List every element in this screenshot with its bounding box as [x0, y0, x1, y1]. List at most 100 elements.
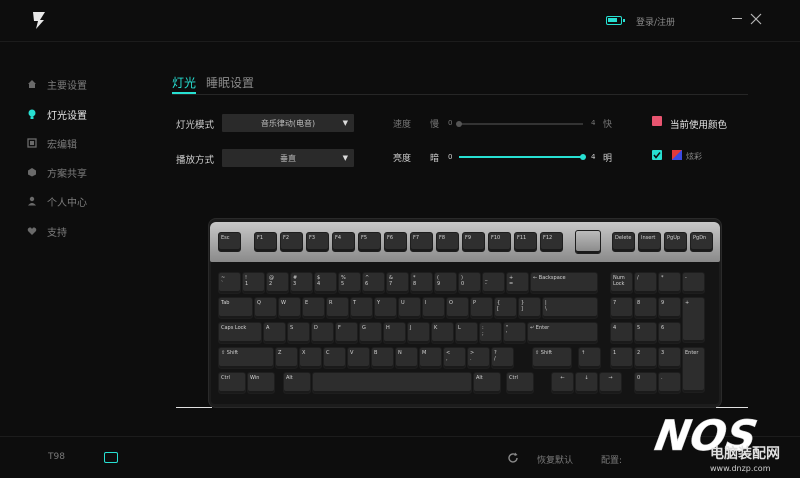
keyboard-key[interactable]: Q [254, 297, 277, 319]
keyboard-key[interactable]: F7 [410, 232, 433, 252]
keyboard-key[interactable]: V [347, 347, 370, 369]
keyboard-key[interactable]: Num Lock [610, 272, 633, 294]
sidebar-item-main-settings[interactable]: 主要设置 [26, 76, 87, 92]
keyboard-key[interactable]: Insert [638, 232, 661, 252]
keyboard-key[interactable]: E [302, 297, 325, 319]
keyboard-key[interactable]: * 8 [410, 272, 433, 294]
keyboard-key[interactable]: Ctrl [506, 372, 534, 394]
keyboard-key[interactable]: F10 [488, 232, 511, 252]
keyboard-key[interactable]: 2 [634, 347, 657, 369]
keyboard-key[interactable]: C [323, 347, 346, 369]
keyboard-key[interactable]: 5 [634, 322, 657, 344]
keyboard-key[interactable]: F5 [358, 232, 381, 252]
keyboard-key[interactable]: ↵ Enter [527, 322, 598, 344]
keyboard-key[interactable]: B [371, 347, 394, 369]
keyboard-key[interactable]: F9 [462, 232, 485, 252]
keyboard-key[interactable]: Esc [218, 232, 241, 252]
keyboard-key[interactable]: L [455, 322, 478, 344]
keyboard-key[interactable]: Alt [473, 372, 501, 394]
refresh-icon[interactable] [507, 452, 519, 464]
keyboard-key[interactable]: 9 [658, 297, 681, 319]
keyboard-key[interactable]: >. [467, 347, 490, 369]
keyboard-key[interactable]: @2 [266, 272, 289, 294]
keyboard-key[interactable]: }] [518, 297, 541, 319]
keyboard-key[interactable]: N [395, 347, 418, 369]
keyboard-key[interactable]: K [431, 322, 454, 344]
sidebar-item-profile-share[interactable]: 方案共享 [26, 164, 87, 180]
keyboard-key[interactable]: H [383, 322, 406, 344]
keyboard-key[interactable]: Z [275, 347, 298, 369]
keyboard-key[interactable]: R [326, 297, 349, 319]
keyboard-key[interactable]: | \ [542, 297, 598, 319]
close-icon[interactable] [750, 13, 762, 25]
keyboard-key[interactable]: / [634, 272, 657, 294]
keyboard-key[interactable]: PgDn [690, 232, 713, 252]
slider-thumb[interactable] [580, 154, 586, 160]
keyboard-key[interactable]: ↑ [578, 347, 601, 369]
keyboard-icon[interactable] [104, 452, 118, 463]
keyboard-key[interactable]: D [311, 322, 334, 344]
keyboard-key[interactable]: I [422, 297, 445, 319]
sidebar-item-macro-editor[interactable]: 宏编辑 [26, 135, 77, 151]
keyboard-key[interactable]: F11 [514, 232, 537, 252]
keyboard-key[interactable]: ⇧ Shift [218, 347, 274, 369]
current-color-swatch[interactable] [652, 116, 662, 126]
keyboard-key[interactable]: * [658, 272, 681, 294]
keyboard-key[interactable]: W [278, 297, 301, 319]
keyboard-key[interactable]: ) 0 [458, 272, 481, 294]
keyboard-key[interactable]: $4 [314, 272, 337, 294]
keyboard-key[interactable]: F2 [280, 232, 303, 252]
keyboard-key[interactable]: Enter [682, 347, 705, 393]
sidebar-item-user-center[interactable]: 个人中心 [26, 193, 87, 209]
keyboard-key[interactable]: <, [443, 347, 466, 369]
keyboard-key[interactable]: Win [247, 372, 275, 394]
keyboard-key[interactable]: #3 [290, 272, 313, 294]
keyboard-key[interactable]: PgUp [664, 232, 687, 252]
keyboard-key[interactable]: U [398, 297, 421, 319]
keyboard-key[interactable]: 8 [634, 297, 657, 319]
keyboard-key[interactable]: F6 [384, 232, 407, 252]
minimize-icon[interactable] [732, 18, 742, 19]
keyboard-key[interactable]: Caps Lock [218, 322, 262, 344]
reset-default-button[interactable]: 恢复默认 [537, 453, 573, 466]
keyboard-key[interactable]: ← [551, 372, 574, 394]
keyboard-key[interactable]: F4 [332, 232, 355, 252]
keyboard-key[interactable]: 7 [610, 297, 633, 319]
keyboard-key[interactable]: & 7 [386, 272, 409, 294]
keyboard-key[interactable]: ~ ` [218, 272, 241, 294]
keyboard-key[interactable]: → [599, 372, 622, 394]
sidebar-item-support[interactable]: 支持 [26, 223, 67, 239]
keyboard-key[interactable]: 4 [610, 322, 633, 344]
keyboard-key[interactable]: + [682, 297, 705, 343]
keyboard-key[interactable]: :; [479, 322, 502, 344]
keyboard-key[interactable]: F8 [436, 232, 459, 252]
keyboard-key[interactable]: A [263, 322, 286, 344]
tab-lighting[interactable]: 灯光 [172, 74, 197, 94]
slider-thumb[interactable] [456, 121, 462, 127]
keyboard-key[interactable]: ← Backspace [530, 272, 598, 294]
sidebar-item-lighting-settings[interactable]: 灯光设置 [26, 106, 87, 122]
keyboard-key[interactable]: ⇧ Shift [532, 347, 572, 369]
keyboard-key[interactable]: (9 [434, 272, 457, 294]
keyboard-key[interactable]: F3 [306, 232, 329, 252]
keyboard-key[interactable]: + = [506, 272, 529, 294]
login-link[interactable]: 登录/注册 [636, 15, 675, 28]
keyboard-key[interactable]: F [335, 322, 358, 344]
brightness-slider[interactable] [459, 154, 586, 160]
speed-slider[interactable] [456, 121, 583, 127]
keyboard-key[interactable]: 0 [634, 372, 657, 394]
keyboard-key[interactable]: F12 [540, 232, 563, 252]
keyboard-key[interactable]: 6 [658, 322, 681, 344]
keyboard-key[interactable]: F1 [254, 232, 277, 252]
tab-sleep-settings[interactable]: 睡眠设置 [206, 74, 254, 94]
keyboard-key[interactable]: O [446, 297, 469, 319]
keyboard-key[interactable]: _ - [482, 272, 505, 294]
rainbow-checkbox[interactable] [652, 150, 662, 160]
keyboard-key[interactable]: {[ [494, 297, 517, 319]
keyboard-key[interactable]: M [419, 347, 442, 369]
keyboard-key[interactable]: J [407, 322, 430, 344]
keyboard-key[interactable]: % 5 [338, 272, 361, 294]
keyboard-key[interactable]: X [299, 347, 322, 369]
keyboard-key[interactable]: " ' [503, 322, 526, 344]
keyboard-key[interactable]: T [350, 297, 373, 319]
